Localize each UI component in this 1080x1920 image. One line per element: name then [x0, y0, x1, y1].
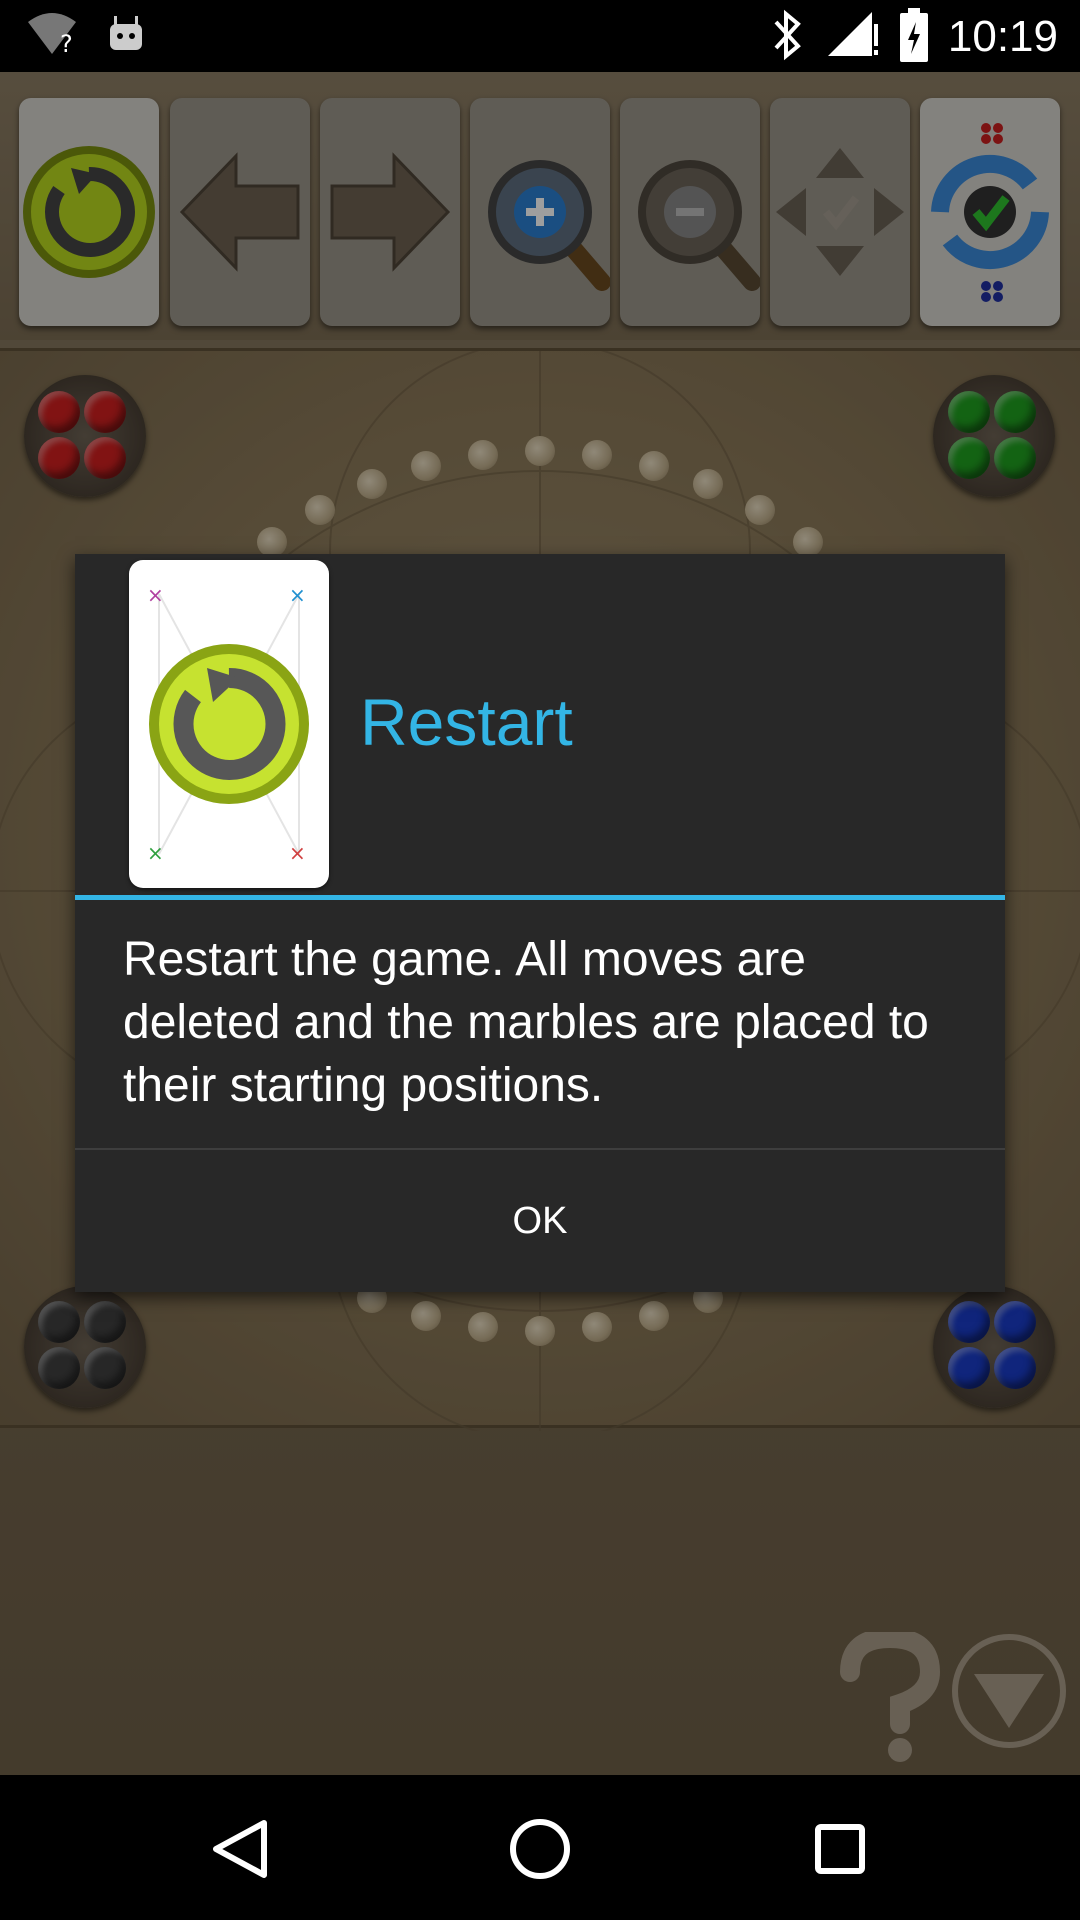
restart-dialog: × × × × Restart Restart the game. All move…	[75, 554, 1005, 1292]
dialog-message: Restart the game. All moves are deleted …	[123, 933, 929, 1112]
dialog-header: × × × × Restart	[75, 554, 1005, 895]
battery-icon	[898, 6, 930, 68]
dialog-title: Restart	[360, 685, 573, 759]
svg-text:×: ×	[289, 583, 306, 607]
status-bar: ? 10:19	[0, 0, 1080, 72]
svg-text:?: ?	[60, 30, 73, 56]
dialog-title-divider	[75, 895, 1005, 900]
clock: 10:19	[947, 12, 1058, 61]
navigation-bar	[0, 1775, 1080, 1920]
ok-button[interactable]: OK	[75, 1150, 1005, 1292]
signal-alert-icon	[824, 8, 880, 66]
home-button[interactable]	[460, 1775, 620, 1920]
svg-text:×: ×	[147, 841, 164, 865]
wifi-unknown-icon: ?	[24, 12, 80, 60]
recents-icon	[815, 1824, 865, 1874]
back-icon	[213, 1820, 267, 1878]
android-debug-icon	[106, 12, 146, 60]
restart-card-image: × × × ×	[129, 560, 329, 888]
back-button[interactable]	[160, 1775, 320, 1920]
recents-button[interactable]	[760, 1775, 920, 1920]
svg-text:×: ×	[289, 841, 306, 865]
restart-icon: × × × ×	[147, 583, 309, 865]
bluetooth-icon	[770, 8, 806, 66]
home-icon	[510, 1819, 570, 1879]
svg-text:×: ×	[147, 583, 164, 607]
